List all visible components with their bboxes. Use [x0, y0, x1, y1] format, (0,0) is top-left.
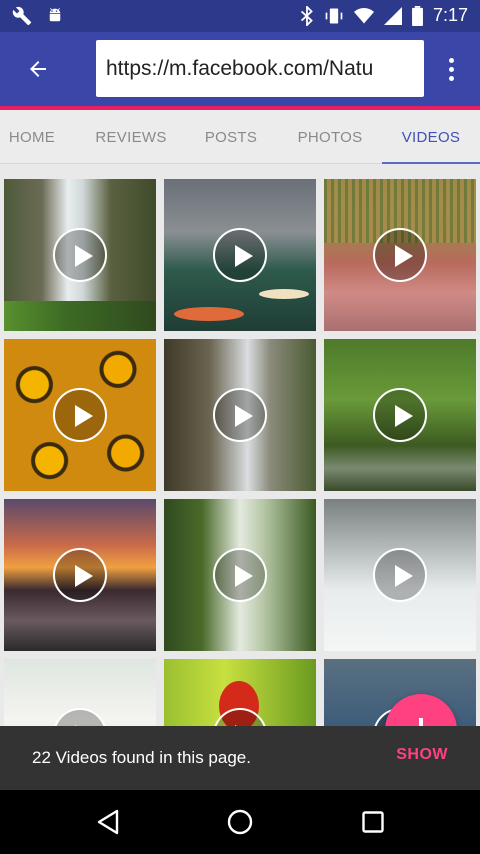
video-thumbnail[interactable] [324, 179, 476, 331]
video-grid [0, 164, 480, 726]
status-bar: 7:17 [0, 0, 480, 32]
play-icon[interactable] [213, 548, 267, 602]
tab-posts[interactable]: POSTS [192, 110, 270, 164]
app-bar: https://m.facebook.com/Natu [0, 32, 480, 106]
tab-bar: HOME REVIEWS POSTS PHOTOS VIDEOS [0, 110, 480, 164]
bluetooth-icon [300, 5, 314, 26]
clock-time: 7:17 [432, 5, 468, 25]
play-icon[interactable] [53, 708, 107, 726]
snackbar: 22 Videos found in this page. SHOW [0, 726, 480, 790]
thumbnail-grass [4, 301, 156, 331]
android-icon [46, 6, 64, 26]
video-thumbnail[interactable] [4, 499, 156, 651]
signal-icon [383, 6, 402, 25]
play-icon[interactable] [53, 228, 107, 282]
recents-square-icon[interactable] [353, 804, 393, 840]
play-icon[interactable] [373, 388, 427, 442]
video-thumbnail[interactable] [164, 659, 316, 726]
tab-reviews[interactable]: REVIEWS [86, 110, 176, 164]
play-icon[interactable] [213, 388, 267, 442]
play-icon[interactable] [53, 388, 107, 442]
play-icon[interactable] [373, 228, 427, 282]
video-thumbnail[interactable] [4, 179, 156, 331]
wifi-icon [353, 7, 374, 25]
vibrate-icon [324, 6, 344, 26]
navigation-bar [0, 790, 480, 854]
url-text: https://m.facebook.com/Natu [106, 56, 374, 80]
play-icon[interactable] [53, 548, 107, 602]
play-icon[interactable] [373, 548, 427, 602]
wrench-icon [12, 6, 32, 26]
video-thumbnail[interactable] [324, 499, 476, 651]
url-field[interactable]: https://m.facebook.com/Natu [96, 40, 424, 97]
video-thumbnail[interactable] [4, 339, 156, 491]
screen: 7:17 https://m.facebook.com/Natu HOME RE… [0, 0, 480, 854]
home-circle-icon[interactable] [220, 804, 260, 840]
back-triangle-icon[interactable] [88, 804, 128, 840]
video-thumbnail[interactable] [164, 499, 316, 651]
battery-icon [411, 5, 423, 26]
koi-fish [174, 307, 244, 321]
more-vertical-icon[interactable] [436, 52, 466, 86]
play-icon[interactable] [213, 228, 267, 282]
back-button[interactable] [18, 50, 58, 88]
video-thumbnail[interactable] [324, 339, 476, 491]
arrow-left-icon [30, 61, 46, 77]
tab-photos[interactable]: PHOTOS [286, 110, 374, 164]
tab-videos[interactable]: VIDEOS [382, 110, 480, 164]
tab-home[interactable]: HOME [0, 110, 64, 164]
video-thumbnail[interactable] [4, 659, 156, 726]
video-thumbnail[interactable] [164, 339, 316, 491]
koi-fish [259, 289, 309, 299]
show-button[interactable]: SHOW [396, 746, 448, 764]
snackbar-message: 22 Videos found in this page. [32, 748, 251, 767]
video-thumbnail[interactable] [164, 179, 316, 331]
